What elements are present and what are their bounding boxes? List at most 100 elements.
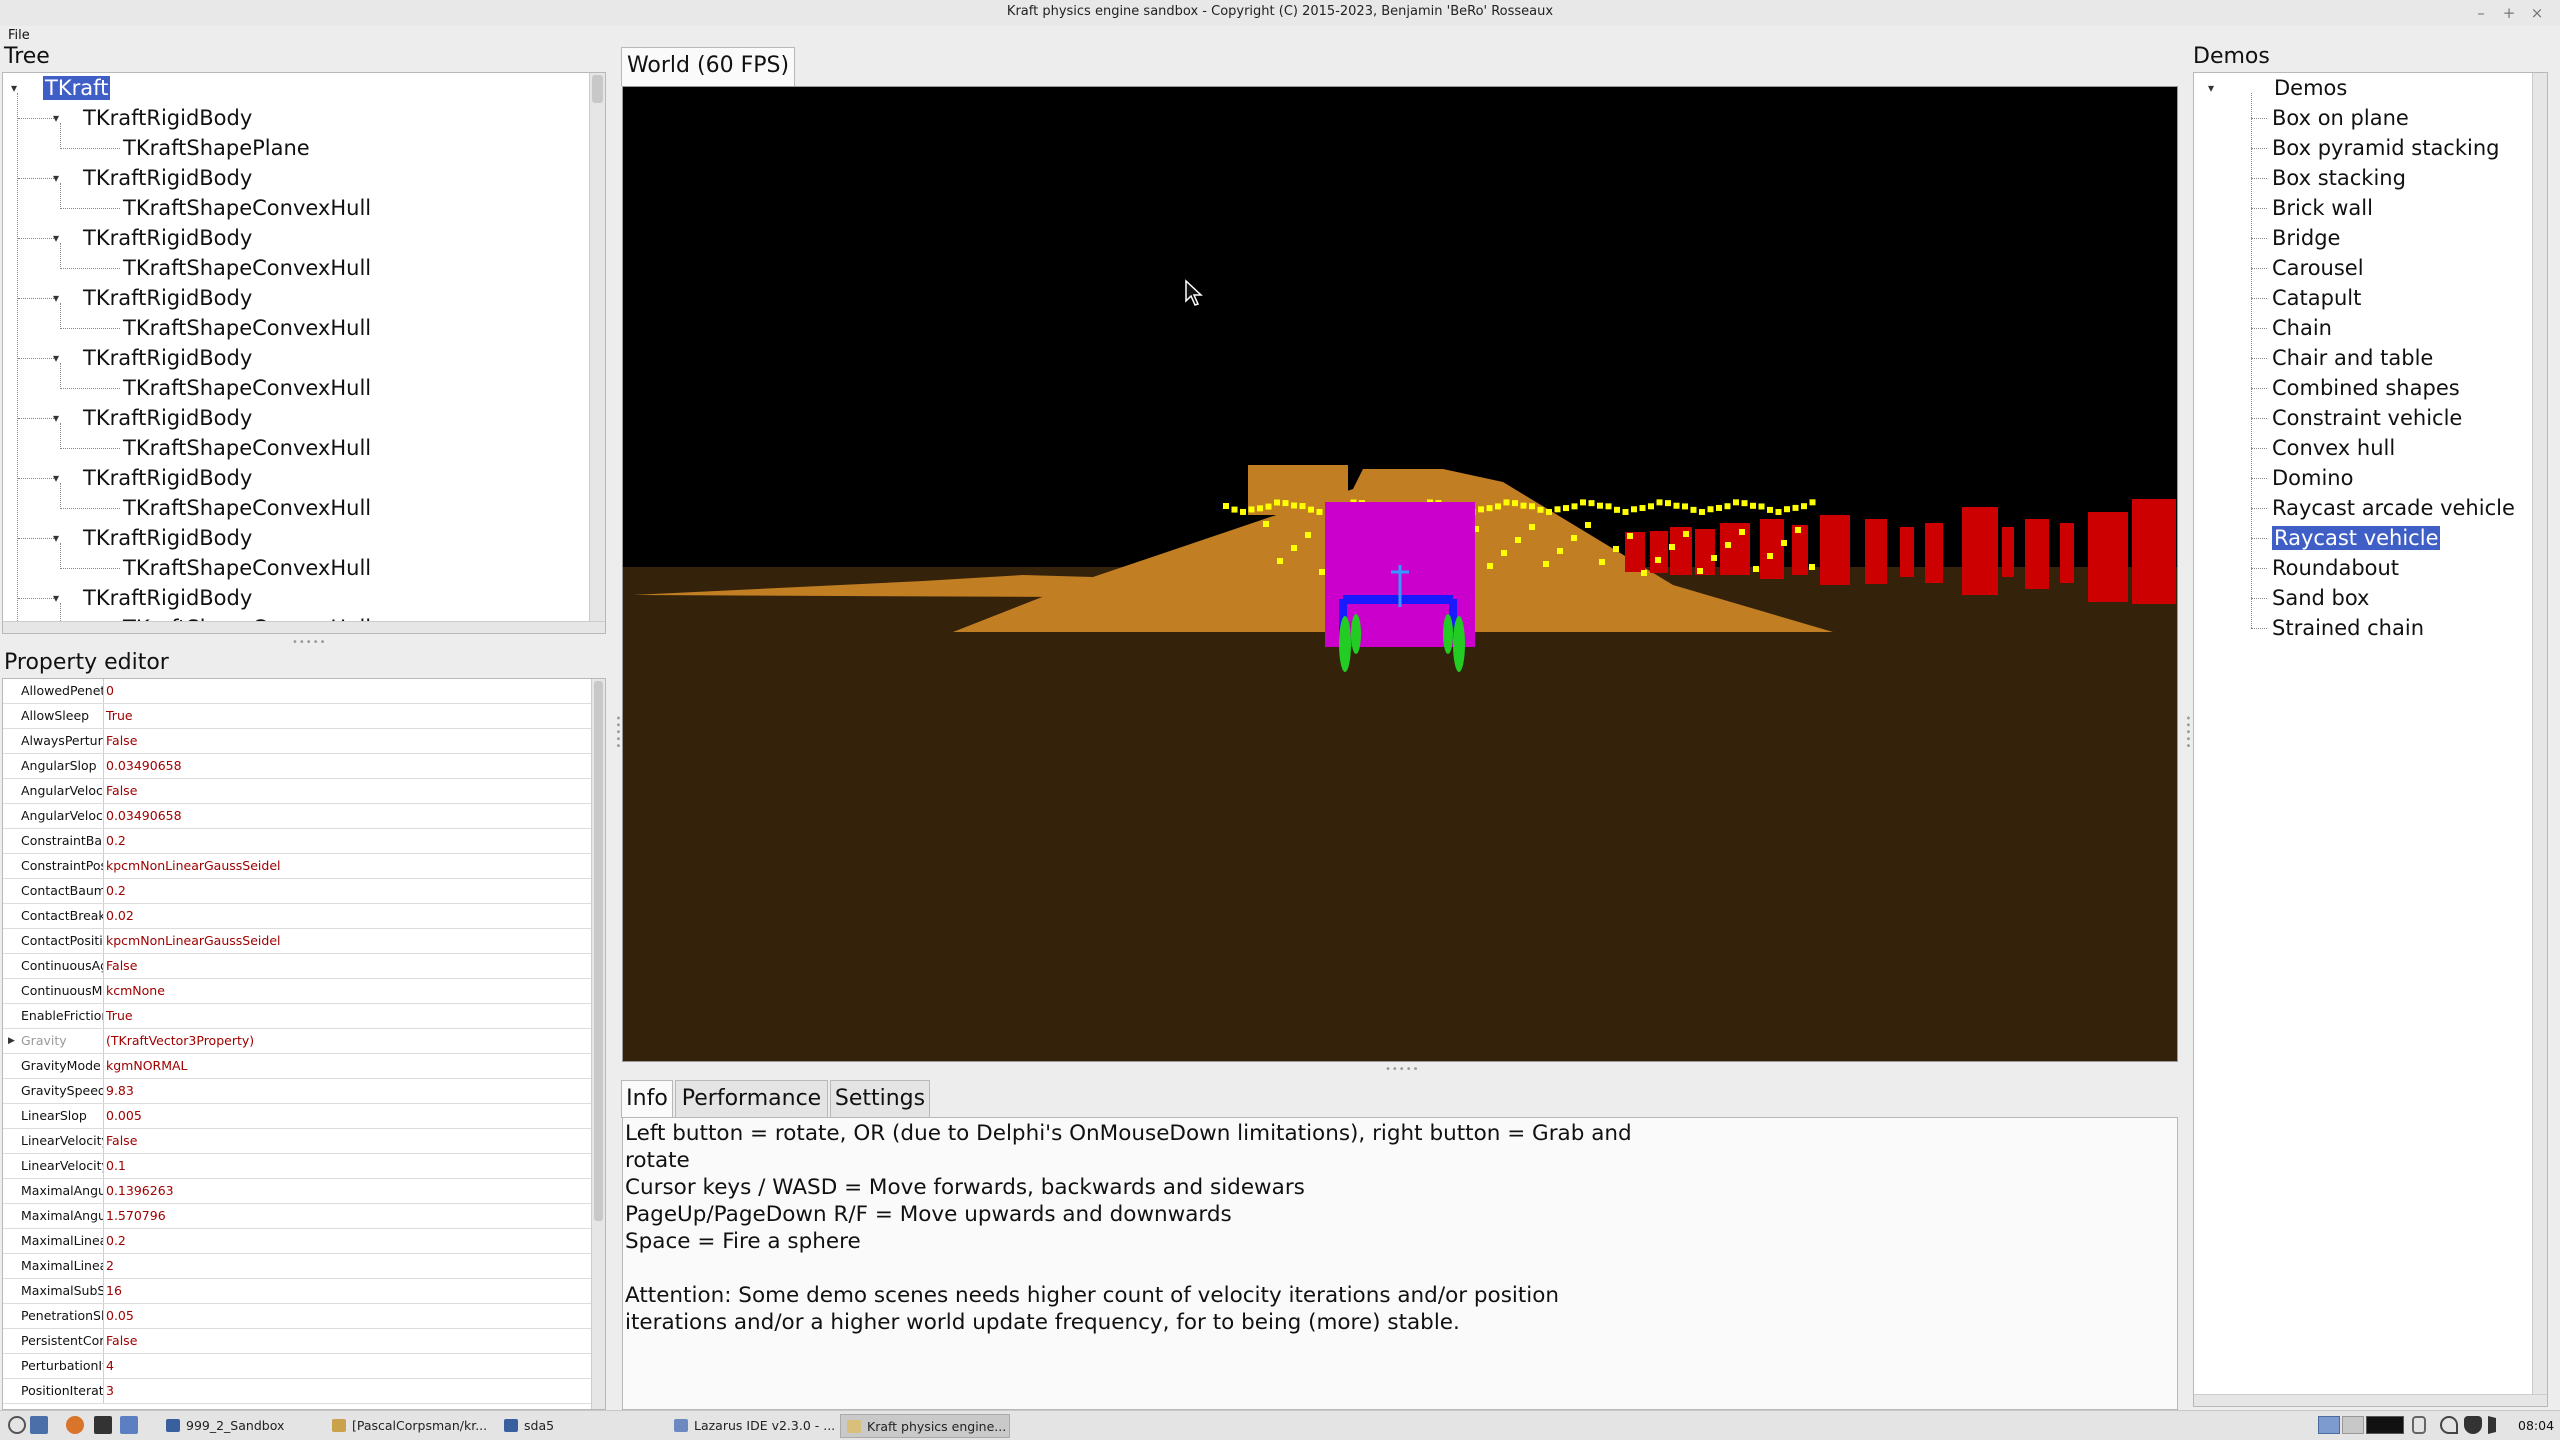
property-row[interactable]: MaximalSubSteps16 [3,1279,593,1304]
property-row[interactable]: MaximalLinearVelocityCap2 [3,1254,593,1279]
terminal-icon[interactable] [94,1416,112,1434]
property-value[interactable]: kcmNone [106,979,165,1003]
property-row[interactable]: LinearSlop 0.005 [3,1104,593,1129]
tree-item-rigidbody[interactable]: TKraftRigidBody [83,403,252,433]
property-value[interactable]: 3 [106,1379,114,1403]
tree-item-shape[interactable]: TKraftShapeConvexHull [123,493,371,523]
property-value[interactable]: 0.005 [106,1104,142,1128]
property-row[interactable]: ContactBreakingThreshold0.02 [3,904,593,929]
file-manager-icon[interactable] [120,1416,138,1434]
property-row[interactable]: PenetrationSlop0.05 [3,1304,593,1329]
tab-world[interactable]: World (60 FPS) [621,47,795,86]
property-row[interactable]: PositionIterations3 [3,1379,593,1404]
property-row[interactable]: AlwaysPerturbatingFalse [3,729,593,754]
info-text-area[interactable]: Left button = rotate, OR (due to Delphi'… [622,1117,2178,1410]
maximize-button[interactable]: + [2498,3,2520,23]
expand-arrow-icon[interactable]: ▶ [8,1029,15,1053]
tree-item-rigidbody[interactable]: TKraftRigidBody [83,523,252,553]
property-value[interactable]: False [106,779,137,803]
property-row[interactable]: MaximalLinearVelocity0.2 [3,1229,593,1254]
property-row[interactable]: AllowSleep True [3,704,593,729]
demos-vertical-scrollbar[interactable] [2532,73,2547,1394]
property-value[interactable]: 0.2 [106,829,126,853]
property-row[interactable]: PersistentContactManifoldFalse [3,1329,593,1354]
property-value[interactable]: 1.570796 [106,1204,166,1228]
property-row[interactable]: ContactBaumgarte0.2 [3,879,593,904]
property-row[interactable]: AngularVelocityThreshold0.03490658 [3,804,593,829]
demo-item[interactable]: Brick wall [2272,193,2373,223]
scene-canvas[interactable] [623,87,2178,1062]
tree-item-rigidbody[interactable]: TKraftRigidBody [83,163,252,193]
tree-scroll-thumb[interactable] [592,75,603,103]
demo-item[interactable]: Box stacking [2272,163,2406,193]
demos-root-item[interactable]: Demos [2274,73,2347,103]
close-button[interactable]: × [2526,3,2548,23]
property-row[interactable]: AngularVelocityRK4IntegrationFalse [3,779,593,804]
workspace-2-icon[interactable] [2342,1416,2364,1434]
taskbar-task[interactable]: Kraft physics engine... [840,1414,1010,1438]
taskbar-task[interactable]: 999_2_Sandbox [160,1414,320,1438]
taskbar-task[interactable]: Lazarus IDE v2.3.0 - ... [668,1414,836,1438]
viewport-splitter-grip[interactable]: ••••• [1385,1064,1420,1075]
property-row[interactable]: EnableFriction True [3,1004,593,1029]
demo-item[interactable]: Box on plane [2272,103,2409,133]
tree-item-shape[interactable]: TKraftShapeConvexHull [123,253,371,283]
property-value[interactable]: 0 [106,679,114,703]
property-row[interactable]: PerturbationIterations4 [3,1354,593,1379]
world-viewport[interactable] [622,86,2178,1062]
tree-view[interactable]: ▾ TKraft ▾ TKraftRigidBody TKraftShapePlane ▾… [2,72,606,634]
property-value[interactable]: 2 [106,1254,114,1278]
demo-item[interactable]: Sand box [2272,583,2369,613]
property-vertical-scrollbar[interactable] [591,679,605,1409]
tree-root-item[interactable]: TKraft [43,73,111,103]
property-value[interactable]: 0.02 [106,904,134,928]
demos-horizontal-scrollbar[interactable] [2194,1394,2547,1406]
demo-item[interactable]: Strained chain [2272,613,2424,643]
property-value[interactable]: 0.2 [106,879,126,903]
property-value[interactable]: 0.03490658 [106,804,182,828]
demo-item[interactable]: Roundabout [2272,553,2399,583]
property-value[interactable]: kpcmNonLinearGaussSeidel [106,929,280,953]
tree-item-shape[interactable]: TKraftShapePlane [123,133,310,163]
demo-item[interactable]: Constraint vehicle [2272,403,2462,433]
demo-item[interactable]: Domino [2272,463,2353,493]
tree-splitter-grip[interactable]: ••••• [292,637,327,648]
tree-item-shape[interactable]: TKraftShapeConvexHull [123,553,371,583]
property-row[interactable]: LinearVelocityThreshold0.1 [3,1154,593,1179]
property-value[interactable]: kpcmNonLinearGaussSeidel [106,854,280,878]
property-row[interactable]: ContinuousModekcmNone [3,979,593,1004]
property-value[interactable]: False [106,1129,137,1153]
demo-item[interactable]: Raycast vehicle [2272,523,2441,553]
property-value[interactable]: 0.2 [106,1229,126,1253]
property-value[interactable]: kgmNORMAL [106,1054,188,1078]
tree-item-shape[interactable]: TKraftShapeConvexHull [123,433,371,463]
tab-settings[interactable]: Settings [830,1080,930,1118]
property-row[interactable]: AllowedPenetration0 [3,679,593,704]
property-value[interactable]: (TKraftVector3Property) [106,1029,254,1053]
demos-expand-icon[interactable]: ▾ [2208,73,2214,103]
property-row[interactable]: MaximalAngularVelocityCap1.570796 [3,1204,593,1229]
property-value[interactable]: False [106,954,137,978]
tree-item-rigidbody[interactable]: TKraftRigidBody [83,103,252,133]
demo-item[interactable]: Chair and table [2272,343,2433,373]
security-shield-icon[interactable] [2464,1416,2482,1434]
property-row[interactable]: MaximalAngularVelocity0.1396263 [3,1179,593,1204]
property-value[interactable]: True [106,704,133,728]
property-row[interactable]: ▶ Gravity (TKraftVector3Property) [3,1029,593,1054]
property-value[interactable]: False [106,1329,137,1353]
tree-vertical-scrollbar[interactable] [589,73,605,621]
network-icon[interactable] [2440,1416,2458,1434]
demo-item[interactable]: Bridge [2272,223,2340,253]
property-row[interactable]: LinearVelocityRK4IntegrationFalse [3,1129,593,1154]
right-splitter-grip[interactable]: ••••• [2182,715,2193,750]
demo-item[interactable]: Raycast arcade vehicle [2272,493,2515,523]
taskbar-task[interactable]: sda5 [498,1414,662,1438]
start-menu-icon[interactable] [8,1416,26,1434]
bluetooth-icon[interactable] [2412,1416,2426,1434]
property-scroll-thumb[interactable] [594,681,603,1221]
property-row[interactable]: AngularSlop 0.03490658 [3,754,593,779]
taskbar-task[interactable]: [PascalCorpsman/kr... [326,1414,494,1438]
property-value[interactable]: 0.1396263 [106,1179,174,1203]
minimize-button[interactable]: – [2470,3,2492,23]
property-value[interactable]: 0.05 [106,1304,134,1328]
